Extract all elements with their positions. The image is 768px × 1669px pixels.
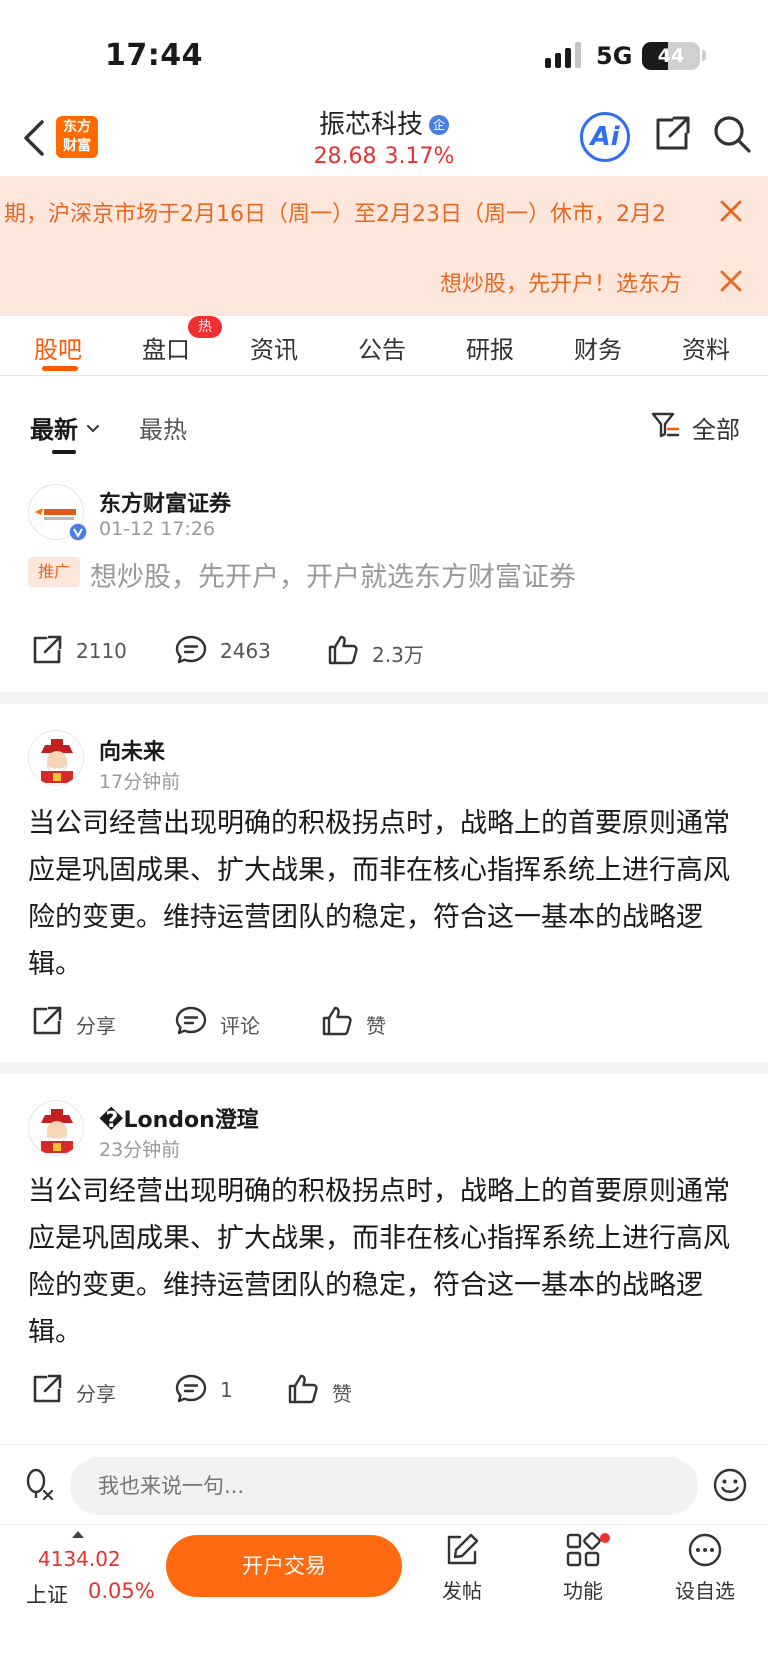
section-divider xyxy=(0,1062,768,1074)
comment-count[interactable]: 2463 xyxy=(220,639,271,663)
post-item[interactable]: �London澄瑄 23分钟前 当公司经营出现明确的积极拐点时，战略上的首要原则… xyxy=(0,1074,768,1444)
emoji-icon[interactable] xyxy=(712,1467,748,1503)
voice-input-icon[interactable] xyxy=(22,1467,56,1501)
nav-post-label: 发帖 xyxy=(442,1579,482,1603)
nav-functions-label: 功能 xyxy=(563,1579,603,1603)
bottom-bar: 4134.02 上证 0.05% 开户交易 发帖 功能 设自选 xyxy=(0,1524,768,1669)
close-icon[interactable] xyxy=(718,198,744,224)
post-author[interactable]: 向未来 xyxy=(99,734,165,766)
tab-finance[interactable]: 财务 xyxy=(574,330,622,365)
tab-pankou[interactable]: 盘口 xyxy=(142,330,190,365)
promo-tag: 推广 xyxy=(28,557,80,587)
comment-input[interactable] xyxy=(70,1457,698,1515)
notification-dot xyxy=(600,1533,610,1543)
avatar[interactable] xyxy=(28,1100,84,1156)
post-time: 01-12 17:26 xyxy=(99,518,216,540)
tab-active-indicator xyxy=(42,366,78,371)
comment-bar xyxy=(0,1444,768,1524)
network-label: 5G xyxy=(596,42,633,70)
tab-bar: 股吧 盘口 热 资讯 公告 研报 财务 资料 xyxy=(0,316,768,376)
status-time: 17:44 xyxy=(105,38,203,73)
more-icon xyxy=(688,1533,722,1567)
filter-hot[interactable]: 最热 xyxy=(139,410,187,445)
like-label[interactable]: 赞 xyxy=(366,1010,386,1039)
comment-icon[interactable] xyxy=(174,633,208,667)
battery-icon: 44 xyxy=(642,42,700,70)
like-count[interactable]: 2.3万 xyxy=(372,639,424,668)
nav-post[interactable]: 发帖 xyxy=(417,1531,507,1611)
verified-icon xyxy=(68,522,88,542)
post-time: 23分钟前 xyxy=(99,1139,181,1161)
section-divider xyxy=(0,692,768,704)
comment-icon[interactable] xyxy=(174,1004,208,1038)
tab-announcements[interactable]: 公告 xyxy=(358,330,406,365)
post-body[interactable]: 当公司经营出现明确的积极拐点时，战略上的首要原则通常应是巩固成果、扩大战果，而非… xyxy=(28,1168,746,1356)
filter-icon[interactable] xyxy=(650,410,680,440)
nav-add-watchlist-label: 设自选 xyxy=(675,1579,735,1603)
signal-icon xyxy=(545,42,581,68)
post-time: 17分钟前 xyxy=(99,771,181,793)
notice-banner: 期，沪深京市场于2月16日（周一）至2月23日（周一）休市，2月2 想炒股，先开… xyxy=(0,176,768,316)
tab-news[interactable]: 资讯 xyxy=(250,330,298,365)
search-icon[interactable] xyxy=(712,114,752,154)
comment-label[interactable]: 评论 xyxy=(220,1010,260,1039)
stock-price: 28.68 xyxy=(313,144,377,169)
stock-change-pct: 3.17% xyxy=(384,144,455,169)
close-icon[interactable] xyxy=(718,268,744,294)
filter-all[interactable]: 全部 xyxy=(692,410,740,445)
share-count[interactable]: 2110 xyxy=(76,639,127,663)
filter-active-indicator xyxy=(52,450,76,454)
fortune-god-avatar-icon xyxy=(29,731,83,785)
share-label[interactable]: 分享 xyxy=(76,1010,116,1039)
post-item[interactable]: 向未来 17分钟前 当公司经营出现明确的积极拐点时，战略上的首要原则通常应是巩固… xyxy=(0,704,768,1062)
avatar[interactable] xyxy=(28,730,84,786)
post-body[interactable]: 想炒股，先开户，开户就选东方财富证券 xyxy=(90,555,576,594)
notice-row-market-closure[interactable]: 期，沪深京市场于2月16日（周一）至2月23日（周一）休市，2月2 xyxy=(0,176,768,246)
battery-nub xyxy=(702,50,706,61)
like-icon[interactable] xyxy=(320,1004,354,1038)
battery-level: 44 xyxy=(657,45,685,67)
post-author[interactable]: �London澄瑄 xyxy=(99,1102,259,1134)
nav-functions[interactable]: 功能 xyxy=(538,1531,628,1611)
nav-add-watchlist[interactable]: 设自选 xyxy=(660,1531,750,1611)
index-name[interactable]: 上证 xyxy=(26,1579,68,1609)
comment-count[interactable]: 1 xyxy=(220,1378,233,1402)
open-account-trade-button[interactable]: 开户交易 xyxy=(166,1535,402,1597)
post-item-promoted[interactable]: 东方财富证券 01-12 17:26 推广 想炒股，先开户，开户就选东方财富证券… xyxy=(0,456,768,692)
ai-button[interactable]: Ai xyxy=(580,112,630,162)
share-label[interactable]: 分享 xyxy=(76,1378,116,1407)
filter-latest-label: 最新 xyxy=(30,416,78,444)
fortune-god-avatar-icon xyxy=(29,1101,83,1155)
chevron-down-icon xyxy=(87,425,100,433)
status-bar: 17:44 5G 44 xyxy=(0,0,768,100)
comment-icon[interactable] xyxy=(174,1372,208,1406)
filter-latest[interactable]: 最新 xyxy=(30,410,100,445)
tab-research[interactable]: 研报 xyxy=(466,330,514,365)
like-icon[interactable] xyxy=(326,633,360,667)
up-arrow-icon xyxy=(72,1531,84,1538)
compose-icon xyxy=(447,1533,479,1565)
enterprise-badge: 企 xyxy=(429,115,449,135)
like-label[interactable]: 赞 xyxy=(332,1378,352,1407)
stock-header: 东方 财富 振芯科技企 28.68 3.17% Ai xyxy=(0,100,768,176)
share-icon[interactable] xyxy=(30,1372,64,1406)
index-value[interactable]: 4134.02 xyxy=(38,1547,121,1571)
index-change[interactable]: 0.05% xyxy=(88,1579,155,1603)
notice-text: 想炒股，先开户！选东方 xyxy=(440,272,683,297)
filter-row: 最新 最热 全部 xyxy=(0,376,768,456)
like-icon[interactable] xyxy=(286,1372,320,1406)
hot-badge: 热 xyxy=(188,316,222,338)
share-icon[interactable] xyxy=(30,633,64,667)
share-icon[interactable] xyxy=(652,114,692,154)
share-icon[interactable] xyxy=(30,1004,64,1038)
tab-profile[interactable]: 资料 xyxy=(682,330,730,365)
tab-guba[interactable]: 股吧 xyxy=(34,330,82,365)
post-author[interactable]: 东方财富证券 xyxy=(99,486,231,518)
grid-icon xyxy=(566,1532,601,1567)
post-body[interactable]: 当公司经营出现明确的积极拐点时，战略上的首要原则通常应是巩固成果、扩大战果，而非… xyxy=(28,800,746,988)
stock-name: 振芯科技 xyxy=(318,110,423,140)
notice-text: 期，沪深京市场于2月16日（周一）至2月23日（周一）休市，2月2 xyxy=(4,202,666,227)
notice-row-open-account[interactable]: 想炒股，先开户！选东方 xyxy=(0,246,768,316)
